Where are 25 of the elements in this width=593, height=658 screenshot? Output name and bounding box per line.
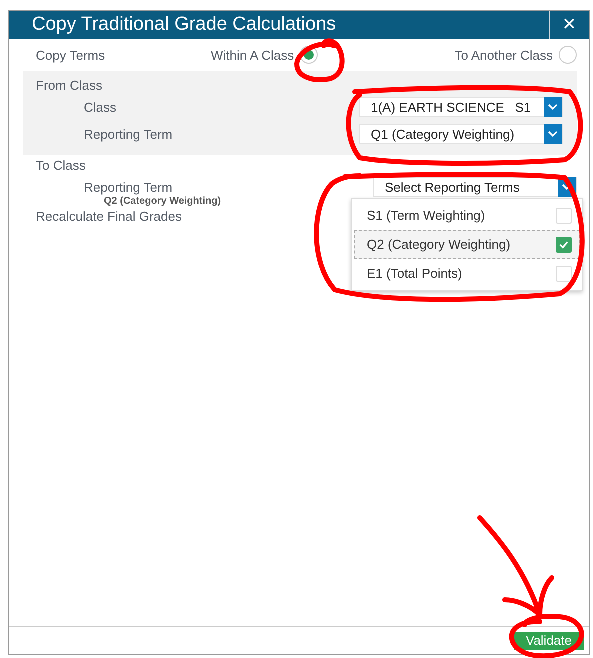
- dropdown-field[interactable]: Select Reporting Terms: [373, 177, 577, 197]
- menu-item[interactable]: E1 (Total Points): [354, 259, 580, 288]
- menu-item[interactable]: S1 (Term Weighting): [354, 201, 580, 230]
- field-label: Reporting Term: [83, 126, 173, 144]
- menu-item[interactable]: Q2 (Category Weighting): [354, 230, 580, 259]
- option-label: S1 (Term Weighting): [367, 208, 486, 223]
- field-label: Reporting Term: [83, 179, 174, 196]
- close-button[interactable]: ✕: [549, 11, 589, 39]
- option-label: E1 (Total Points): [367, 266, 462, 281]
- field-label: Class: [83, 99, 117, 117]
- section-heading: From Class: [36, 77, 104, 95]
- field-label: Copy Terms: [36, 48, 106, 62]
- window-title: Copy Traditional Grade Calculations: [32, 14, 338, 36]
- dropdown-field[interactable]: 1(A) EARTH SCIENCE S1: [359, 97, 563, 117]
- checkbox[interactable]: [556, 236, 572, 252]
- section-heading: To Class: [36, 157, 87, 175]
- radio-label: To Another Class: [454, 48, 553, 62]
- selected-summary: Q2 (Category Weighting): [103, 196, 222, 207]
- dropdown-field[interactable]: Q1 (Category Weighting): [359, 124, 563, 144]
- field-label: Recalculate Final Grades: [36, 208, 182, 226]
- option-label: Q2 (Category Weighting): [367, 237, 511, 252]
- radio-button[interactable]: [559, 46, 577, 64]
- chevron-down-icon[interactable]: [544, 124, 562, 144]
- radio-label: Within A Class: [211, 48, 294, 62]
- chevron-down-icon[interactable]: [544, 97, 562, 117]
